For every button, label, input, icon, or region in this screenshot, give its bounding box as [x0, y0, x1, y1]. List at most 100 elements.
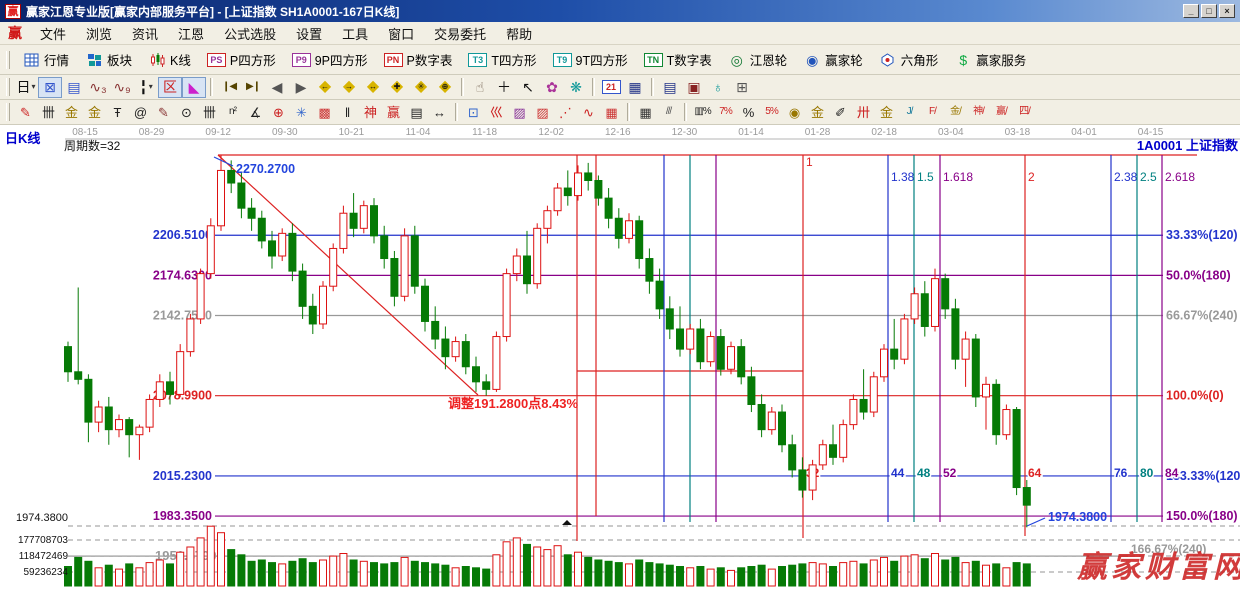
speed-fan-tool[interactable]: 巛 [485, 102, 508, 122]
gann-web-tool[interactable]: ✳ [290, 102, 313, 122]
parallel-lines-tool[interactable]: /// [657, 102, 680, 122]
report-button[interactable]: ▤ [658, 77, 682, 98]
percent-7-tool[interactable]: 7% [714, 102, 737, 122]
hexagon-button[interactable]: 六角形 [871, 47, 947, 72]
full-grid-tool[interactable]: ▦ [634, 102, 657, 122]
red-grid-tool[interactable]: ▦ [600, 102, 623, 122]
menu-trade[interactable]: 交易委托 [424, 22, 496, 45]
j-line-tool[interactable]: J/ [898, 102, 921, 122]
shen-tool[interactable]: 神 [359, 102, 382, 122]
ying-line-tool[interactable]: 赢/ [990, 102, 1013, 122]
winner-service-button[interactable]: $赢家服务 [946, 47, 1034, 72]
cycle-lines-2-tool[interactable]: 卌 [198, 102, 221, 122]
sectors-button[interactable]: 板块 [77, 47, 140, 72]
fan-box-tool[interactable]: ▨ [508, 102, 531, 122]
diamond-target-tool[interactable]: ◆⊕ [433, 77, 457, 98]
kline-button[interactable]: K线 [140, 47, 199, 72]
crosshair-tool[interactable]: ＋ [492, 77, 516, 98]
spiral-tool[interactable]: @ [129, 102, 152, 122]
close-button[interactable]: × [1219, 4, 1235, 18]
zigzag-wave-tool[interactable]: ∿ [577, 102, 600, 122]
page-next-button[interactable]: ▶ [289, 77, 313, 98]
menu-settings[interactable]: 设置 [286, 22, 332, 45]
wave-9-tool[interactable]: ∿₉ [110, 77, 134, 98]
save-button[interactable]: ▣ [682, 77, 706, 98]
p-number-button[interactable]: PNP数字表 [376, 47, 461, 72]
triple-grid-tool[interactable]: 卅 [852, 102, 875, 122]
shen-line-tool[interactable]: 神/ [967, 102, 990, 122]
diamond-cross-tool[interactable]: ◆✚ [385, 77, 409, 98]
trend-pencil-tool[interactable]: ✎ [152, 102, 175, 122]
diamond-right-tool[interactable]: ◆→ [337, 77, 361, 98]
9t-square-button[interactable]: T99T四方形 [545, 47, 636, 72]
period-selector[interactable]: 日 [14, 77, 38, 98]
gold-section-a-tool[interactable]: 金 [60, 102, 83, 122]
brush-tool[interactable]: ✐ [829, 102, 852, 122]
fib-f-tool[interactable]: Ŧ [106, 102, 129, 122]
page-prev-button[interactable]: ◀ [265, 77, 289, 98]
ying-tool[interactable]: 赢 [382, 102, 405, 122]
quotes-button[interactable]: 行情 [14, 47, 77, 72]
diamond-hmove-tool[interactable]: ◆↔ [361, 77, 385, 98]
percent-5-tool[interactable]: 5% [760, 102, 783, 122]
gold-section-b-tool[interactable]: 金 [83, 102, 106, 122]
menu-tools[interactable]: 工具 [332, 22, 378, 45]
web-service-button[interactable]: ♁ [706, 77, 730, 98]
winner-wheel-button[interactable]: ◉赢家轮 [795, 47, 871, 72]
remote-doc-button[interactable]: ⊞ [730, 77, 754, 98]
double-tick-tool[interactable]: ǁ [336, 102, 359, 122]
calendar-21-button[interactable]: 21 [599, 77, 623, 98]
menu-formula-picker[interactable]: 公式选股 [214, 22, 286, 45]
wave-3-tool[interactable]: ∿₃ [86, 77, 110, 98]
minimize-button[interactable]: _ [1183, 4, 1199, 18]
gold-levels-tool[interactable]: 金 [806, 102, 829, 122]
maximize-button[interactable]: □ [1201, 4, 1217, 18]
menu-gann[interactable]: 江恩 [168, 22, 214, 45]
ray-lines-tool[interactable]: ⋰ [554, 102, 577, 122]
candle-style-tool[interactable]: ╏ [134, 77, 158, 98]
chart-canvas[interactable]: 08-1508-2909-1209-3010-2111-0411-1812-02… [0, 125, 1240, 589]
gann-wheel-button[interactable]: ◎江恩轮 [720, 47, 796, 72]
gann-web-box-tool[interactable]: ▩ [313, 102, 336, 122]
candle-body [258, 218, 265, 241]
select-box-tool[interactable]: ⊡ [462, 102, 485, 122]
gold-line-tool[interactable]: 金/ [944, 102, 967, 122]
gann-chart-tool[interactable]: 区 [158, 77, 182, 98]
diamond-star-tool[interactable]: ◆✳ [409, 77, 433, 98]
gann-target-tool[interactable]: ⊕ [267, 102, 290, 122]
calculator-button[interactable]: ▦ [623, 77, 647, 98]
hand-tool[interactable]: ☝ [468, 77, 492, 98]
p-square-button[interactable]: PSP四方形 [199, 47, 284, 72]
pick-pencil-tool[interactable]: ✎ [14, 102, 37, 122]
hatch-box-tool[interactable]: ▨ [531, 102, 554, 122]
pointer-tool[interactable]: ↖ [516, 77, 540, 98]
percent-gauge-tool[interactable]: ▥% [691, 102, 714, 122]
gold-text-tool[interactable]: 金 [875, 102, 898, 122]
9p-square-button[interactable]: P99P四方形 [284, 47, 376, 72]
region-chart-tool[interactable]: ⊠ [38, 77, 62, 98]
go-first-button[interactable]: ❙◀ [217, 77, 241, 98]
menu-help[interactable]: 帮助 [496, 22, 542, 45]
gold-circle-tool[interactable]: ◉ [783, 102, 806, 122]
square-of-n-tool[interactable]: n² [221, 102, 244, 122]
circle-cycle-tool[interactable]: ⊙ [175, 102, 198, 122]
ruler-123-tool[interactable]: ▤ [405, 102, 428, 122]
t-square-button[interactable]: T3T四方形 [460, 47, 544, 72]
diamond-left-tool[interactable]: ◆← [313, 77, 337, 98]
menu-window[interactable]: 窗口 [378, 22, 424, 45]
info-list-tool[interactable]: ▤ [62, 77, 86, 98]
percent-tool[interactable]: % [737, 102, 760, 122]
snow-tool[interactable]: ❋ [564, 77, 588, 98]
width-measure-tool[interactable]: ↔ [428, 102, 451, 122]
menu-file[interactable]: 文件 [30, 22, 76, 45]
angle-tool[interactable]: ∡ [244, 102, 267, 122]
cycle-lines-tool[interactable]: 卌 [37, 102, 60, 122]
menu-news[interactable]: 资讯 [122, 22, 168, 45]
flower-tool[interactable]: ✿ [540, 77, 564, 98]
f-line-tool[interactable]: F/ [921, 102, 944, 122]
color-peaks-tool[interactable]: ◣ [182, 77, 206, 98]
si-line-tool[interactable]: 四/ [1013, 102, 1036, 122]
go-last-button[interactable]: ▶❙ [241, 77, 265, 98]
t-number-button[interactable]: TNT数字表 [636, 47, 720, 72]
menu-browse[interactable]: 浏览 [76, 22, 122, 45]
